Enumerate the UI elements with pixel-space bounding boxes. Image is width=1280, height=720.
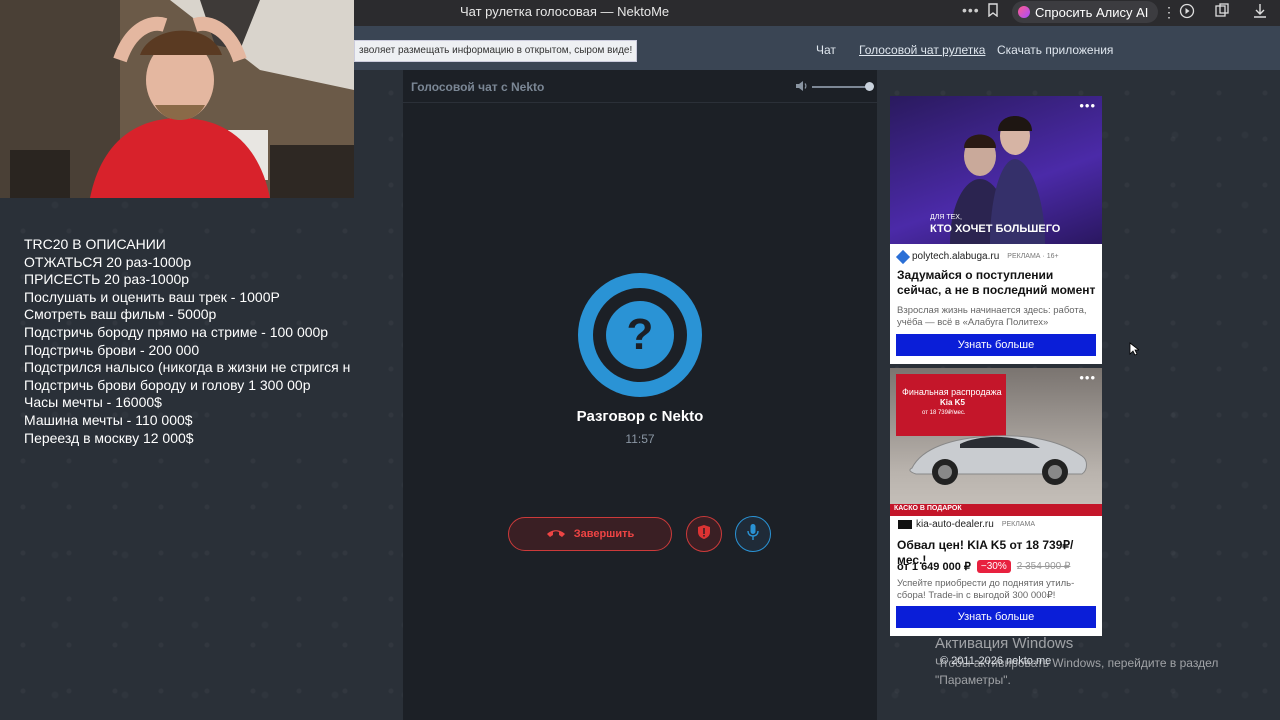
info-notice: зволяет размещать информацию в открытом,… <box>354 40 638 62</box>
ad-learn-more-button[interactable]: Узнать больше <box>896 606 1096 628</box>
nav-chat-link[interactable]: Чат <box>816 43 836 57</box>
ad-banner-kia[interactable]: Финальная распродажа Kia K5 от 18 739₽/м… <box>890 368 1102 636</box>
ad-menu-icon[interactable]: ••• <box>1079 370 1096 385</box>
ad-price-row: от 1 649 000 ₽ −30% 2 354 900 ₽ <box>897 560 1070 573</box>
donation-item: Подстричь брови бороду и голову 1 300 00… <box>24 376 311 393</box>
microphone-icon <box>747 523 759 546</box>
end-call-label: Завершить <box>573 528 635 540</box>
ad-price: от 1 649 000 ₽ <box>897 561 971 573</box>
ad-domain[interactable]: kia-auto-dealer.ru РЕКЛАМА <box>898 519 1035 530</box>
donation-goals-list: TRC20 В ОПИСАНИИ ОТЖАТЬСЯ 20 раз-1000р ПРИ… <box>24 236 376 447</box>
ad-description: Взрослая жизнь начинается здесь: работа,… <box>897 305 1087 328</box>
more-icon[interactable]: ⋮ <box>1160 3 1178 21</box>
donation-item: Смотреть ваш фильм - 5000р <box>24 306 217 323</box>
chat-title: Голосовой чат с Nekto <box>411 80 545 94</box>
question-mark-icon: ? <box>606 301 674 369</box>
nav-download-apps-link[interactable]: Скачать приложения <box>997 43 1113 57</box>
ad-image: Финальная распродажа Kia K5 от 18 739₽/м… <box>890 368 1102 516</box>
tab-title: Чат рулетка голосовая — NektoMe <box>460 4 670 19</box>
donation-item: Машина мечты - 110 000$ <box>24 411 193 428</box>
donation-item: Часы мечты - 16000$ <box>24 394 162 411</box>
ad-headline[interactable]: Задумайся о поступлении сейчас, а не в п… <box>897 268 1097 298</box>
webcam-video <box>0 0 354 198</box>
donation-item: ПРИСЕСТЬ 20 раз-1000р <box>24 271 190 288</box>
donation-item: Подстричь бороду прямо на стриме - 100 0… <box>24 323 329 340</box>
donation-item: Послушать и оценить ваш трек - 1000Р <box>24 288 280 305</box>
donation-item: Подстричь брови - 200 000 <box>24 341 200 358</box>
nav-voice-roulette-link[interactable]: Голосовой чат рулетка <box>859 43 985 57</box>
volume-slider-knob[interactable] <box>865 82 874 91</box>
peer-avatar: ? <box>578 273 702 397</box>
speaker-icon <box>795 80 809 95</box>
ad-image-strip: КАСКО В ПОДАРОК <box>894 505 962 512</box>
ad-banner-polytech[interactable]: ДЛЯ ТЕХ, КТО ХОЧЕТ БОЛЬШЕГО ••• polytech… <box>890 96 1102 364</box>
ad-image-caption-small: ДЛЯ ТЕХ, <box>930 214 962 221</box>
end-call-button[interactable]: Завершить <box>508 517 672 551</box>
donation-item: Подстрился налысо (никогда в жизни не ст… <box>24 359 351 376</box>
more-icon[interactable]: ••• <box>962 2 980 18</box>
ad-domain-text: kia-auto-dealer.ru <box>916 519 994 530</box>
ask-alice-button[interactable]: Спросить Алису AI <box>1012 1 1159 23</box>
play-icon[interactable] <box>1178 3 1196 21</box>
hang-up-icon <box>546 528 566 541</box>
donation-item: ОТЖАТЬСЯ 20 раз-1000р <box>24 253 192 270</box>
mouse-cursor-icon <box>1129 342 1139 356</box>
call-timer: 11:57 <box>625 432 655 446</box>
kia-logo-icon <box>898 520 912 529</box>
ad-menu-icon[interactable]: ••• <box>1079 98 1096 113</box>
volume-slider[interactable] <box>812 86 870 88</box>
ask-alice-label: Спросить Алису AI <box>1035 4 1149 20</box>
report-button[interactable] <box>686 516 722 552</box>
shield-alert-icon <box>697 524 711 545</box>
donation-item: TRC20 В ОПИСАНИИ <box>24 236 166 252</box>
ad-old-price: 2 354 900 ₽ <box>1016 561 1071 572</box>
ad-label: РЕКЛАМА · 16+ <box>1007 253 1059 260</box>
ad-description: Успейте приобрести до поднятия утиль-сбо… <box>897 578 1075 601</box>
ad-learn-more-button[interactable]: Узнать больше <box>896 334 1096 356</box>
collections-icon[interactable] <box>1213 3 1231 21</box>
alice-icon <box>1018 6 1030 18</box>
download-icon[interactable] <box>1251 3 1269 21</box>
ad-image-caption: КТО ХОЧЕТ БОЛЬШЕГО <box>930 223 1061 235</box>
ad-label: РЕКЛАМА <box>1001 521 1036 528</box>
microphone-button[interactable] <box>735 516 771 552</box>
ad-discount-badge: −30% <box>976 560 1011 573</box>
bookmark-icon[interactable] <box>984 3 1002 21</box>
donation-item: Переезд в москву 12 000$ <box>24 429 194 446</box>
peer-name: Разговор с Nekto <box>576 408 704 425</box>
footer-copyright: © 2011-2026 nekto.me <box>940 655 1052 667</box>
ad-image: ДЛЯ ТЕХ, КТО ХОЧЕТ БОЛЬШЕГО <box>890 96 1102 244</box>
windows-activation-title: Активация Windows <box>935 635 1074 652</box>
ad-domain[interactable]: polytech.alabuga.ru РЕКЛАМА · 16+ <box>895 249 1059 264</box>
polytech-logo-icon <box>895 249 911 264</box>
ad-domain-text: polytech.alabuga.ru <box>912 251 1000 262</box>
